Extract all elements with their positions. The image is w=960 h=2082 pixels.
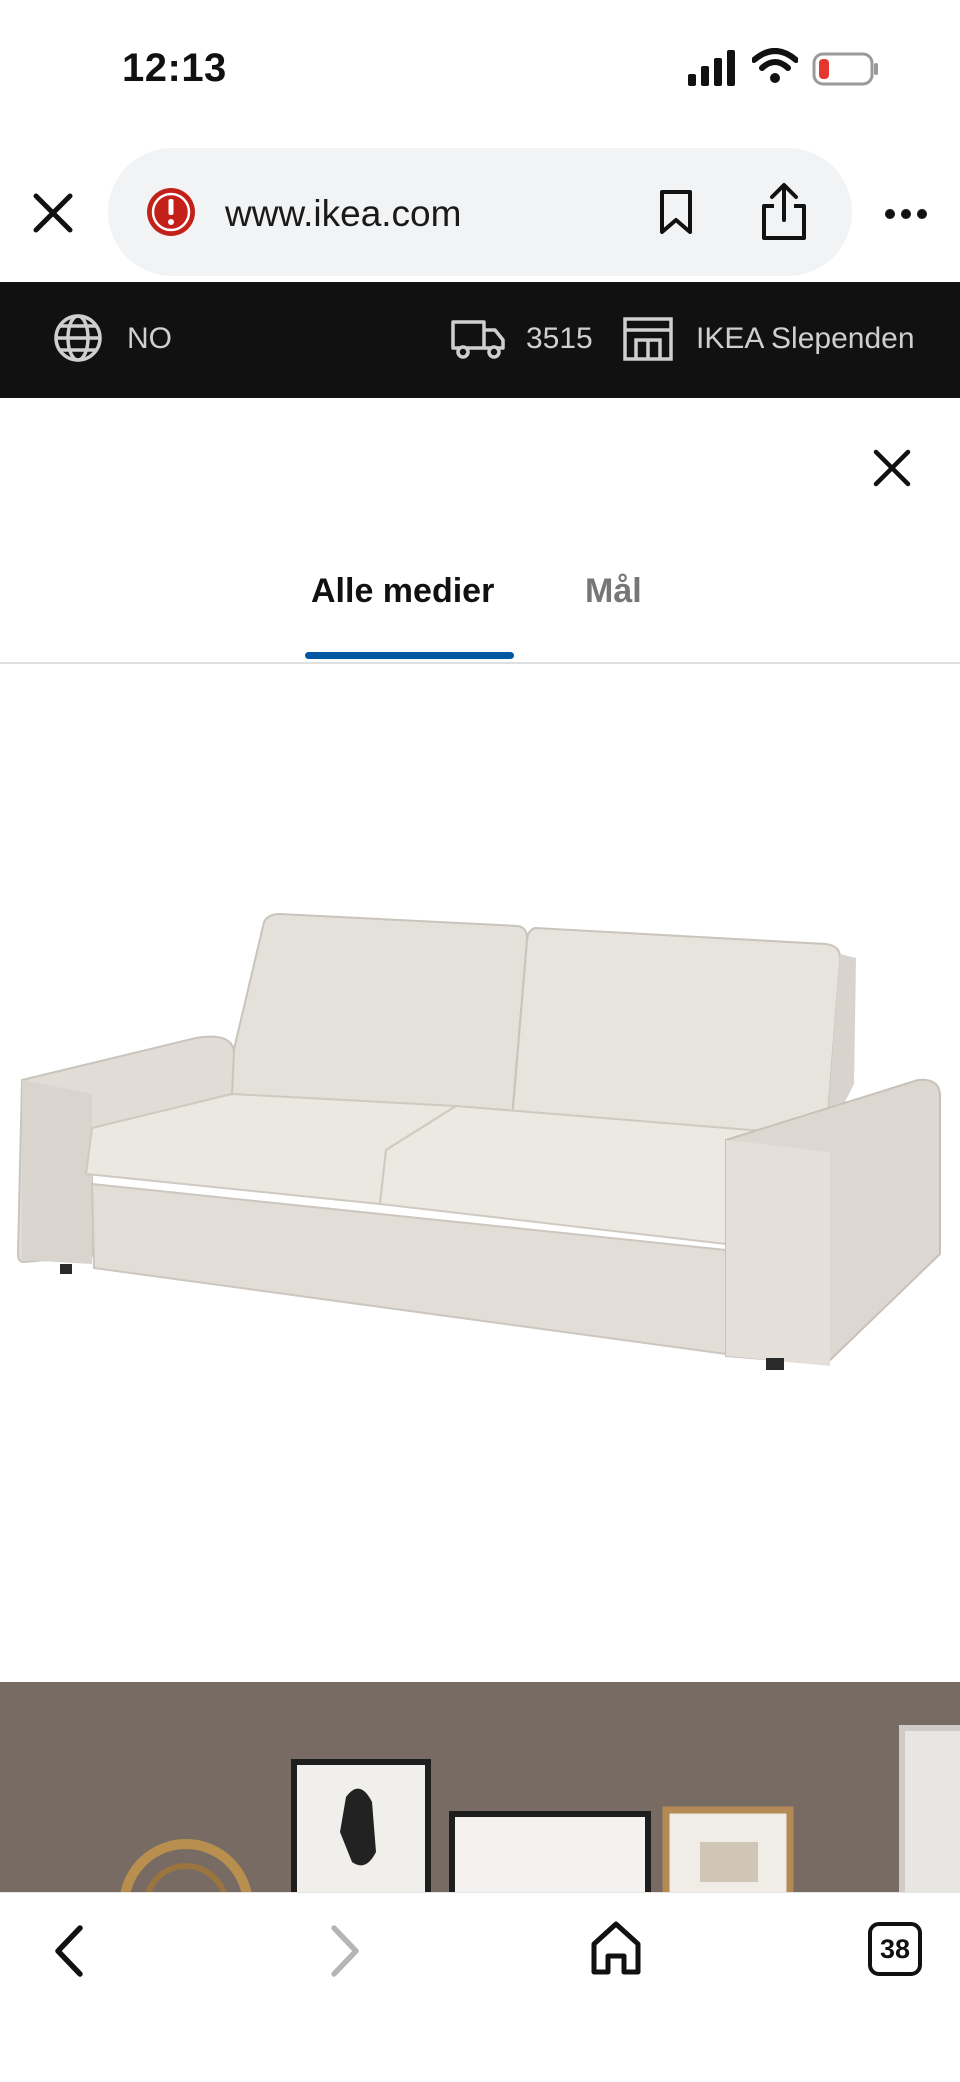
- forward-arrow-icon[interactable]: [318, 1920, 368, 1982]
- close-icon[interactable]: [28, 188, 78, 238]
- status-time: 12:13: [122, 46, 227, 90]
- url-bar[interactable]: [108, 148, 852, 276]
- bookmark-icon[interactable]: [656, 188, 696, 236]
- open-tabs-count: 38: [879, 1934, 911, 1964]
- room-scene-image[interactable]: [0, 1682, 960, 1892]
- delivery-truck-icon[interactable]: [450, 316, 506, 360]
- url-text[interactable]: www.ikea.com: [225, 193, 461, 235]
- active-tab-indicator: [305, 652, 514, 659]
- more-icon[interactable]: [884, 208, 928, 220]
- cellular-signal-icon: [688, 50, 735, 86]
- store-icon[interactable]: [622, 316, 674, 362]
- sofa-product-image[interactable]: [0, 664, 960, 1682]
- security-warning-icon[interactable]: [145, 186, 197, 238]
- share-icon[interactable]: [756, 182, 812, 242]
- store-selector[interactable]: IKEA Slependen: [696, 322, 915, 356]
- postcode-selector[interactable]: 3515: [526, 322, 593, 356]
- close-modal-icon[interactable]: [866, 442, 918, 494]
- tab-dimensions[interactable]: Mål: [585, 572, 642, 611]
- wifi-icon: [752, 48, 798, 83]
- home-icon[interactable]: [588, 1918, 644, 1978]
- language-selector[interactable]: NO: [127, 322, 172, 356]
- tabs-icon[interactable]: 38: [868, 1922, 922, 1976]
- globe-icon[interactable]: [52, 312, 104, 364]
- battery-low-icon: [812, 52, 878, 86]
- back-arrow-icon[interactable]: [46, 1920, 96, 1982]
- browser-bottom-toolbar: [0, 1892, 960, 2082]
- tab-all-media[interactable]: Alle medier: [311, 572, 494, 611]
